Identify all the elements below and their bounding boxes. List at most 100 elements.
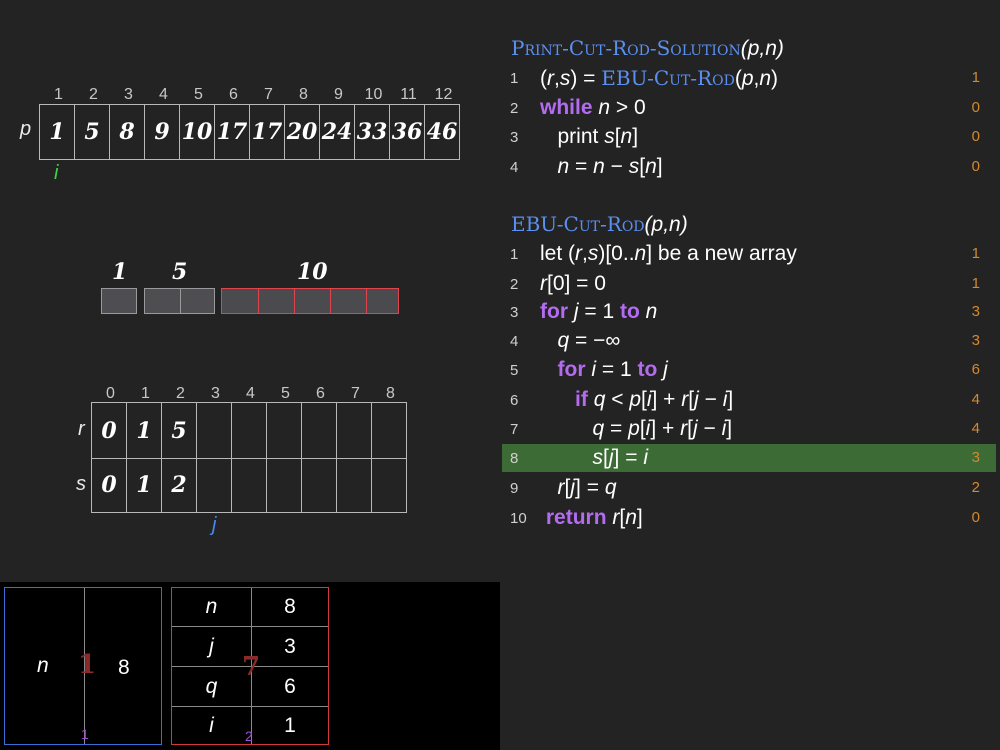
exec-count: 3 [971,449,980,466]
exec-count: 1 [971,245,980,262]
code-line[interactable]: 6 if q < p[i] + r[j − i] 4 [502,386,996,414]
s-cell [302,457,337,512]
rs-index: 4 [246,385,255,402]
exec-count: 4 [971,420,980,437]
s-cell: 2 [162,457,197,512]
rs-index: 5 [281,385,290,402]
p-cell: 33 [355,105,390,159]
line-number: 10 [510,510,527,527]
p-index: 9 [334,86,343,103]
rod-piece-label: 1 [112,259,128,285]
r-cell: 0 [92,403,127,458]
frame2-var: j [209,634,214,658]
frame2-value: 8 [284,595,296,618]
code-line[interactable]: 10 return r[n] 0 [502,504,996,532]
r-cell [372,403,406,458]
p-cell: 9 [145,105,180,159]
p-cell: 17 [215,105,250,159]
line-number: 4 [510,333,519,350]
p-cell: 10 [180,105,215,159]
frame2-var: q [205,674,218,698]
p-array-label: p [20,118,32,140]
ebu-proc-name: EBU-Cut-Rod [511,212,645,236]
rs-index: 8 [386,385,395,402]
exec-count: 1 [971,275,980,292]
s-cell [372,457,406,512]
p-cell: 5 [75,105,110,159]
print-header: Print-Cut-Rod-Solution(p,n) [502,34,996,62]
p-index: 2 [89,86,98,103]
line-number: 8 [510,450,519,467]
rs-index: 6 [316,385,325,402]
p-index: 11 [400,86,417,103]
frame2-marker: 7 [242,652,261,682]
exec-count: 0 [971,509,980,526]
exec-count: 4 [971,391,980,408]
code-line[interactable]: 9 r[j] = q 2 [502,474,996,502]
rs-index: 1 [141,385,150,402]
line-number: 7 [510,421,519,438]
code-line[interactable]: 1 let (r,s)[0..n] be a new array 1 [502,240,996,268]
code-line[interactable]: 1 (r,s) = EBU-Cut-Rod(p,n) 1 [502,64,996,92]
line-number: 3 [510,304,519,321]
stack-frame-2[interactable]: n 8 j 3 q 6 i 1 7 2 [171,587,329,745]
line-number: 2 [510,276,519,293]
s-cell [337,457,372,512]
code-line[interactable]: 7 q = p[i] + r[j − i] 4 [502,415,996,443]
p-index: 7 [264,86,273,103]
rod-piece-label: 5 [172,259,188,285]
print-cut-rod-solution-code: Print-Cut-Rod-Solution(p,n) 1 (r,s) = EB… [502,34,996,184]
rs-index: 0 [106,385,115,402]
p-index: 6 [229,86,238,103]
frame2-footer: 2 [245,728,253,744]
p-cell: 46 [426,119,458,145]
exec-count: 0 [971,128,980,145]
frame1-marker: 1 [78,650,97,680]
exec-count: 2 [971,479,980,496]
s-array: 0 1 2 [91,457,407,513]
line-number: 1 [510,246,519,263]
frame2-value: 3 [284,634,296,658]
code-line[interactable]: 2 while n > 0 0 [502,94,996,122]
s-cell [232,457,267,512]
frame1-value: 8 [118,656,130,679]
code-line-highlighted[interactable]: 8 s[j] = i 3 [502,444,996,472]
s-cell: 0 [92,457,127,512]
exec-count: 0 [971,158,980,175]
ebu-header: EBU-Cut-Rod(p,n) [502,210,996,238]
frame2-var: n [205,595,218,618]
p-index: 1 [54,86,63,103]
p-index: 5 [194,86,203,103]
r-array: 0 1 5 [91,402,407,459]
p-index: 8 [299,86,308,103]
p-index: 3 [124,86,133,103]
r-cell [232,403,267,458]
frame1-footer: 1 [81,726,89,742]
code-line[interactable]: 3 for j = 1 to n 3 [502,298,996,326]
exec-count: 1 [971,69,980,86]
r-cell [302,403,337,458]
print-proc-name: Print-Cut-Rod-Solution [511,36,741,60]
rod-piece-1 [101,288,137,314]
line-number: 3 [510,129,519,146]
line-number: 9 [510,480,519,497]
code-line[interactable]: 4 q = −∞ 3 [502,327,996,355]
rs-index: 7 [351,385,360,402]
code-line[interactable]: 5 for i = 1 to j 6 [502,356,996,384]
code-line[interactable]: 3 print s[n] 0 [502,123,996,151]
r-cell [197,403,232,458]
ebu-cut-rod-code: EBU-Cut-Rod(p,n) 1 let (r,s)[0..n] be a … [502,210,996,540]
code-line[interactable]: 4 n = n − s[n] 0 [502,153,996,181]
line-number: 5 [510,362,519,379]
r-cell [337,403,372,458]
exec-count: 0 [971,99,980,116]
s-cell [267,457,302,512]
rod-piece-label: 10 [297,259,328,285]
p-cell: 1 [40,105,75,159]
code-line[interactable]: 2 r[0] = 0 1 [502,270,996,298]
p-cell: 24 [320,105,355,159]
line-number: 4 [510,159,519,176]
stack-frame-1[interactable]: n 8 1 1 [4,587,162,745]
j-pointer: j [212,514,217,536]
i-pointer: i [54,162,59,184]
